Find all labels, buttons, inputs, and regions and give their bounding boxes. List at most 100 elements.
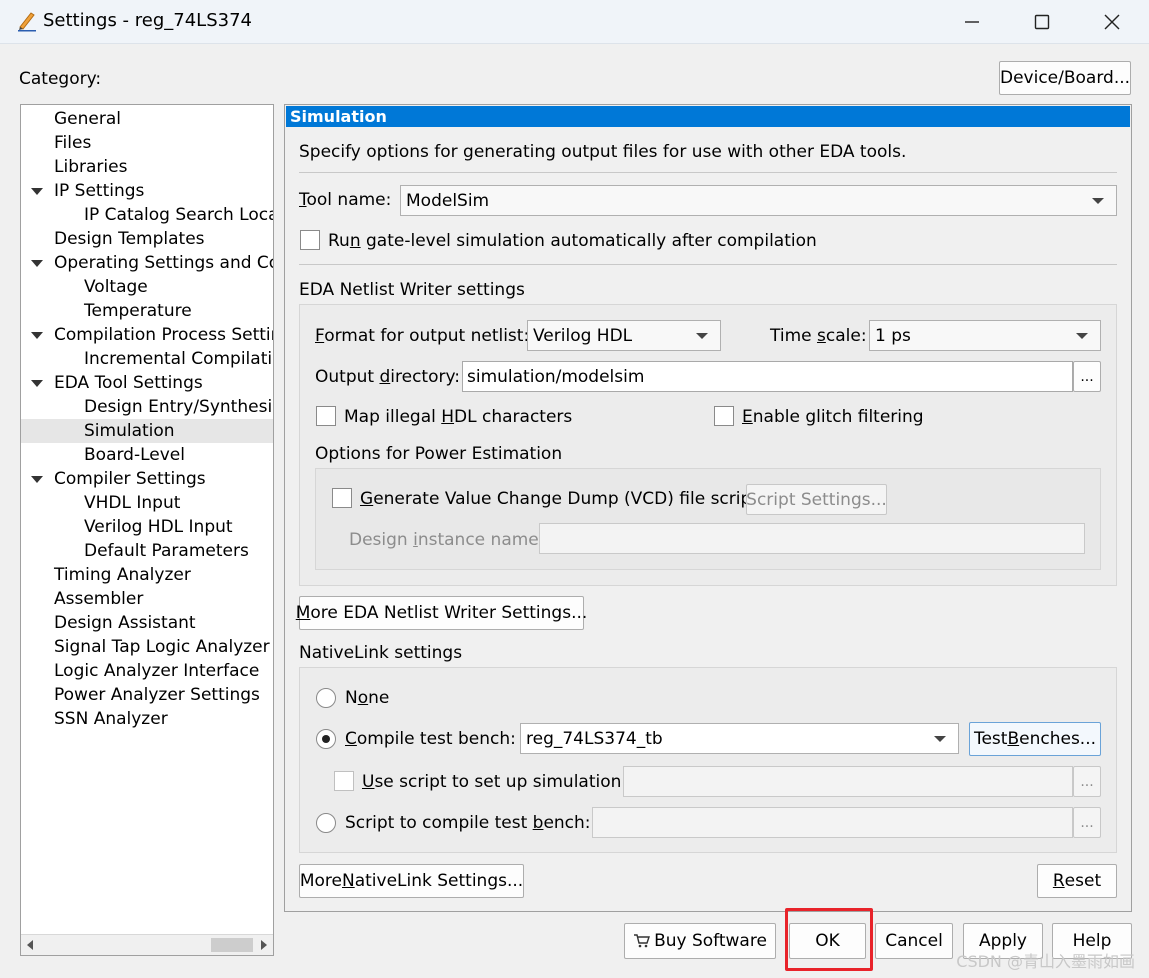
tree-item-label: Assembler [54, 589, 144, 609]
tree-item[interactable]: Assembler [21, 587, 273, 611]
script-compile-test-bench-label: Script to compile test bench: [345, 813, 591, 833]
vcd-checkbox[interactable] [332, 488, 352, 508]
tree-item[interactable]: Verilog HDL Input [21, 515, 273, 539]
tree-item[interactable]: General [21, 107, 273, 131]
tree-item-label: Files [54, 133, 92, 153]
more-netlist-settings-button[interactable]: More EDA Netlist Writer Settings... [296, 596, 587, 630]
reset-button[interactable]: Reset [1037, 864, 1117, 898]
tree-item[interactable]: IP Catalog Search Locat [21, 203, 273, 227]
tree-item-label: Design Templates [54, 229, 205, 249]
tree-item[interactable]: VHDL Input [21, 491, 273, 515]
script-compile-browse-button[interactable]: ... [1073, 807, 1101, 838]
buy-software-button[interactable]: Buy Software [624, 923, 776, 959]
tree-item-label: Verilog HDL Input [84, 517, 233, 537]
maximize-button[interactable] [1007, 0, 1077, 44]
use-script-checkbox[interactable] [334, 771, 354, 791]
tree-item[interactable]: Design Entry/Synthesis [21, 395, 273, 419]
map-illegal-hdl-checkbox[interactable] [316, 406, 336, 426]
tree-item[interactable]: Voltage [21, 275, 273, 299]
tool-name-dropdown[interactable]: ModelSim [400, 185, 1117, 216]
buy-software-label: Buy Software [654, 931, 767, 951]
device-board-button[interactable]: Device/Board... [999, 61, 1131, 95]
minimize-button[interactable] [937, 0, 1007, 44]
tree-item[interactable]: Simulation [21, 419, 273, 443]
tree-item-label: SSN Analyzer [54, 709, 168, 729]
script-compile-test-bench-input[interactable] [592, 807, 1073, 838]
tree-item[interactable]: Temperature [21, 299, 273, 323]
expand-arrow-icon[interactable] [31, 380, 43, 387]
test-bench-value: reg_74LS374_tb [526, 728, 663, 749]
tree-item-label: Default Parameters [84, 541, 249, 561]
tree-item-label: General [54, 109, 121, 129]
script-settings-button[interactable]: Script Settings... [746, 484, 887, 515]
use-script-input[interactable] [623, 766, 1073, 797]
test-benches-button[interactable]: Test Benches... [969, 722, 1101, 756]
enable-glitch-label: Enable glitch filtering [742, 407, 924, 427]
tree-item[interactable]: Signal Tap Logic Analyzer [21, 635, 273, 659]
tree-item-label: IP Catalog Search Locat [84, 205, 273, 225]
maximize-icon [1034, 14, 1050, 30]
run-gate-level-label: Run gate-level simulation automatically … [328, 231, 817, 251]
tree-item[interactable]: Default Parameters [21, 539, 273, 563]
tree-item-label: Simulation [84, 421, 175, 441]
compile-test-bench-radio[interactable] [316, 729, 336, 749]
design-instance-label: Design instance name: [349, 530, 545, 550]
tree-item-label: Power Analyzer Settings [54, 685, 260, 705]
tree-horizontal-scrollbar[interactable] [21, 934, 273, 955]
expand-arrow-icon[interactable] [31, 476, 43, 483]
output-directory-input[interactable]: simulation/modelsim [462, 361, 1073, 392]
enable-glitch-checkbox[interactable] [714, 406, 734, 426]
tree-item[interactable]: Files [21, 131, 273, 155]
tree-item[interactable]: Power Analyzer Settings [21, 683, 273, 707]
use-script-browse-button[interactable]: ... [1073, 766, 1101, 797]
tree-item[interactable]: Incremental Compilatio [21, 347, 273, 371]
tree-item[interactable]: Libraries [21, 155, 273, 179]
netlist-section-title: EDA Netlist Writer settings [299, 280, 525, 300]
tree-item[interactable]: EDA Tool Settings [21, 371, 273, 395]
scroll-right-icon[interactable] [261, 940, 267, 950]
format-dropdown[interactable]: Verilog HDL [527, 320, 721, 351]
window-title: Settings - reg_74LS374 [43, 10, 252, 31]
run-gate-level-checkbox[interactable] [300, 230, 320, 250]
design-instance-input[interactable] [539, 523, 1085, 554]
tree-item[interactable]: Operating Settings and Cor [21, 251, 273, 275]
more-nativelink-settings-button[interactable]: More NativeLink Settings... [299, 864, 524, 898]
cart-icon [634, 934, 651, 948]
close-icon [1104, 14, 1120, 30]
tree-item[interactable]: Board-Level [21, 443, 273, 467]
tool-name-label: Tool name: [299, 190, 392, 210]
tree-item-label: Design Entry/Synthesis [84, 397, 273, 417]
chevron-down-icon [1076, 332, 1088, 339]
tree-item[interactable]: Logic Analyzer Interface [21, 659, 273, 683]
tree-item-label: Signal Tap Logic Analyzer [54, 637, 270, 657]
tree-item[interactable]: Compilation Process Settin [21, 323, 273, 347]
tree-item[interactable]: Design Assistant [21, 611, 273, 635]
cancel-button[interactable]: Cancel [875, 923, 953, 959]
expand-arrow-icon[interactable] [31, 260, 43, 267]
close-button[interactable] [1077, 0, 1147, 44]
power-section-title: Options for Power Estimation [315, 444, 563, 464]
category-tree: General Files Libraries IP Settings IP Catal… [20, 104, 274, 956]
ok-highlight-annotation [785, 908, 873, 971]
expand-arrow-icon[interactable] [31, 332, 43, 339]
none-radio[interactable] [316, 688, 336, 708]
compile-test-bench-label: Compile test bench: [345, 729, 516, 749]
category-label: Category: [19, 69, 102, 89]
tree-item[interactable]: Compiler Settings [21, 467, 273, 491]
time-scale-dropdown[interactable]: 1 ps [869, 320, 1101, 351]
expand-arrow-icon[interactable] [31, 188, 43, 195]
tree-item-label: Temperature [84, 301, 192, 321]
tree-item-label: Compiler Settings [54, 469, 206, 489]
output-directory-label: Output directory: [315, 367, 461, 387]
scroll-left-icon[interactable] [27, 940, 33, 950]
script-compile-test-bench-radio[interactable] [316, 813, 336, 833]
output-directory-browse-button[interactable]: ... [1073, 361, 1101, 392]
scroll-thumb[interactable] [211, 938, 253, 952]
test-bench-dropdown[interactable]: reg_74LS374_tb [520, 723, 959, 754]
tree-item[interactable]: Timing Analyzer [21, 563, 273, 587]
tree-item[interactable]: SSN Analyzer [21, 707, 273, 731]
tree-item[interactable]: IP Settings [21, 179, 273, 203]
vcd-label: Generate Value Change Dump (VCD) file sc… [360, 489, 758, 509]
divider [299, 264, 1117, 265]
tree-item[interactable]: Design Templates [21, 227, 273, 251]
